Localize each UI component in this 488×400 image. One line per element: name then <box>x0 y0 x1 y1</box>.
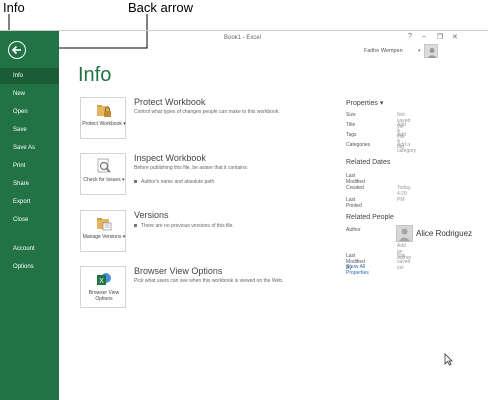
sidebar-item-export[interactable]: Export <box>0 194 59 210</box>
section-description: Before publishing this file, be aware th… <box>134 165 248 171</box>
section-title: Versions <box>134 210 169 220</box>
page-title: Info <box>78 64 112 86</box>
excel-backstage-window: Info New Open Save Save As Print Share E… <box>0 30 488 400</box>
info-callout-label: Info <box>3 0 25 15</box>
mouse-cursor-icon <box>444 353 453 366</box>
arrow-left-icon <box>11 45 21 55</box>
sidebar-item-options[interactable]: Options <box>0 259 59 275</box>
related-people-heading: Related People <box>346 214 394 221</box>
section-description: Control what types of changes people can… <box>134 109 280 115</box>
properties-heading[interactable]: Properties ▾ <box>346 99 383 107</box>
date-label: Last Printed <box>346 197 362 209</box>
inspect-magnifier-icon <box>97 158 111 173</box>
sidebar-item-open[interactable]: Open <box>0 104 59 120</box>
property-label: Tags <box>346 132 357 138</box>
author-avatar <box>396 225 413 242</box>
restore-button[interactable]: ❐ <box>437 33 443 41</box>
sidebar-item-save[interactable]: Save <box>0 122 59 138</box>
back-arrow-button[interactable] <box>8 41 26 59</box>
minimize-button[interactable]: – <box>422 33 426 40</box>
section-title: Inspect Workbook <box>134 153 206 163</box>
property-label: Categories <box>346 142 371 148</box>
versions-folder-icon <box>97 218 112 231</box>
lock-folder-icon <box>97 105 111 117</box>
related-dates-heading: Related Dates <box>346 159 391 166</box>
property-label: Title <box>346 122 356 128</box>
section-description: There are no previous versions of this f… <box>134 223 234 229</box>
back-arrow-callout-label: Back arrow <box>128 0 194 15</box>
check-for-issues-button-label: Check for Issues ▾ <box>83 177 125 183</box>
protect-workbook-button-label: Protect Workbook ▾ <box>82 121 126 127</box>
author-label: Author <box>346 227 361 233</box>
section-bullet: Author's name and absolute path <box>134 179 214 185</box>
backstage-sidebar: Info New Open Save Save As Print Share E… <box>0 31 59 400</box>
check-for-issues-button[interactable]: Check for Issues ▾ <box>80 153 126 195</box>
sidebar-item-info[interactable]: Info <box>0 68 59 84</box>
chevron-down-icon[interactable]: ▾ <box>418 48 421 54</box>
user-avatar[interactable] <box>424 44 438 58</box>
categories-field[interactable]: Add a category <box>397 142 416 154</box>
bullet-icon <box>134 224 137 228</box>
section-title: Protect Workbook <box>134 97 206 107</box>
help-button[interactable]: ? <box>408 33 412 40</box>
sidebar-item-account[interactable]: Account <box>0 241 59 257</box>
person-icon <box>399 228 410 241</box>
bullet-text: There are no previous versions of this f… <box>141 223 234 229</box>
sidebar-item-share[interactable]: Share <box>0 176 59 192</box>
sidebar-item-new[interactable]: New <box>0 86 59 102</box>
excel-browser-icon: X <box>97 273 111 285</box>
user-name[interactable]: Faithe Wempen <box>364 48 403 54</box>
property-label: Size <box>346 112 356 118</box>
date-value: Today, 4:29 PM <box>397 185 412 203</box>
person-icon <box>427 48 437 58</box>
date-label: Created <box>346 185 364 191</box>
manage-versions-button[interactable]: Manage Versions ▾ <box>80 210 126 252</box>
last-modified-by-value: Not saved yet <box>397 253 411 271</box>
section-title: Browser View Options <box>134 266 223 276</box>
date-label: Last Modified <box>346 173 365 185</box>
bullet-text: Author's name and absolute path <box>141 179 215 185</box>
sidebar-item-close[interactable]: Close <box>0 212 59 228</box>
browser-view-options-button[interactable]: X Browser View Options <box>80 266 126 308</box>
sidebar-item-save-as[interactable]: Save As <box>0 140 59 156</box>
bullet-icon <box>134 180 137 184</box>
show-all-properties-link[interactable]: Show All Properties <box>346 264 369 276</box>
section-description: Pick what users can see when this workbo… <box>134 278 284 284</box>
window-title: Book1 - Excel <box>224 35 262 41</box>
protect-workbook-button[interactable]: Protect Workbook ▾ <box>80 97 126 139</box>
manage-versions-button-label: Manage Versions ▾ <box>82 234 126 240</box>
close-button[interactable]: ✕ <box>452 33 458 41</box>
author-name[interactable]: Alice Rodriguez <box>416 229 472 238</box>
svg-text:X: X <box>99 278 104 285</box>
browser-view-options-button-label: Browser View Options <box>88 290 120 302</box>
sidebar-item-print[interactable]: Print <box>0 158 59 174</box>
